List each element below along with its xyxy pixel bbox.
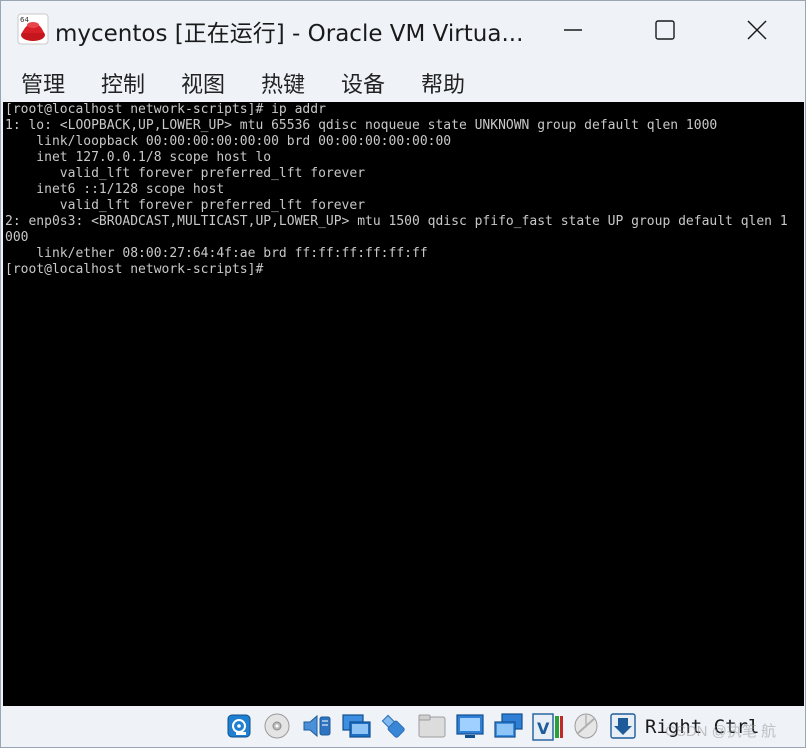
cpu-virtualization-icon[interactable]: V	[531, 712, 563, 741]
minimize-button[interactable]	[527, 1, 619, 59]
window-title: mycentos [正在运行] - Oracle VM Virtua...	[55, 21, 524, 47]
video-capture-icon[interactable]	[493, 712, 523, 740]
title-bar[interactable]: 64 mycentos [正在运行] - Oracle VM Virtua...	[1, 1, 805, 59]
menu-view[interactable]: 视图	[179, 65, 227, 101]
virtualbox-app-icon[interactable]: 64	[17, 13, 49, 45]
menu-help[interactable]: 帮助	[419, 65, 467, 101]
close-icon	[747, 20, 767, 40]
shared-folders-icon[interactable]	[417, 712, 446, 740]
console-line: valid_lft forever preferred_lft forever	[5, 198, 366, 213]
network-icon[interactable]	[341, 712, 371, 740]
optical-drive-icon[interactable]	[263, 712, 291, 740]
svg-text:64: 64	[20, 16, 29, 24]
close-button[interactable]	[711, 1, 803, 59]
status-bar: V Right Ctrl CSDN @执笔 航	[1, 706, 805, 747]
watermark-text: CSDN @执笔 航	[665, 723, 777, 740]
usb-icon[interactable]	[379, 712, 407, 740]
console-line: valid_lft forever preferred_lft forever	[5, 166, 366, 181]
maximize-icon	[655, 20, 675, 40]
hard-disk-icon[interactable]	[225, 712, 253, 740]
menu-devices[interactable]: 设备	[339, 65, 387, 101]
menu-hotkeys[interactable]: 热键	[259, 65, 307, 101]
console-line: inet 127.0.0.1/8 scope host lo	[5, 150, 272, 165]
menu-machine[interactable]: 管理	[19, 65, 67, 101]
mouse-integration-icon[interactable]	[571, 712, 599, 740]
menu-bar: 管理 控制 视图 热键 设备 帮助	[1, 59, 805, 102]
console-prompt: [root@localhost network-scripts]#	[5, 262, 264, 277]
console-line: link/ether 08:00:27:64:4f:ae brd ff:ff:f…	[5, 246, 428, 261]
audio-icon[interactable]	[301, 712, 331, 740]
minimize-icon	[564, 29, 582, 31]
console-line: 2: enp0s3: <BROADCAST,MULTICAST,UP,LOWER…	[5, 214, 788, 229]
console-line: inet6 ::1/128 scope host	[5, 182, 225, 197]
virtualbox-vm-window: 64 mycentos [正在运行] - Oracle VM Virtua...…	[0, 0, 806, 748]
maximize-button[interactable]	[619, 1, 711, 59]
vm-console-screen[interactable]: [root@localhost network-scripts]# ip add…	[3, 102, 804, 706]
console-line: link/loopback 00:00:00:00:00:00 brd 00:0…	[5, 134, 452, 149]
svg-text:V: V	[537, 719, 550, 738]
menu-control[interactable]: 控制	[99, 65, 147, 101]
display-icon[interactable]	[455, 712, 484, 740]
console-line: [root@localhost network-scripts]# ip add…	[5, 102, 326, 117]
console-line: 000	[5, 230, 29, 245]
keyboard-capture-icon[interactable]	[609, 712, 637, 740]
console-line: 1: lo: <LOOPBACK,UP,LOWER_UP> mtu 65536 …	[5, 118, 718, 133]
